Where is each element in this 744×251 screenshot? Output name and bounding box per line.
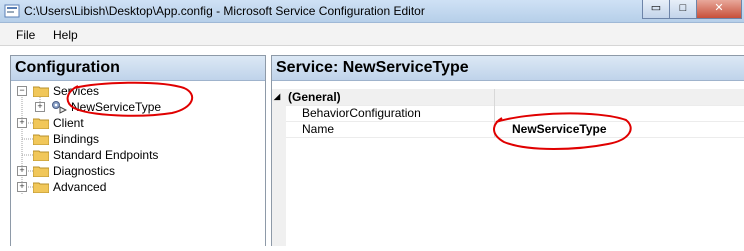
folder-icon	[33, 118, 49, 129]
folder-icon	[33, 182, 49, 193]
tree-label-diagnostics: Diagnostics	[53, 164, 116, 178]
service-header: Service: NewServiceType	[272, 56, 744, 81]
category-general[interactable]: ◢ (General)	[274, 89, 744, 106]
tree-node-advanced[interactable]: + Advanced	[11, 179, 251, 195]
menu-file[interactable]: File	[16, 28, 35, 42]
property-name: Name	[302, 122, 335, 136]
tree-node-standard-endpoints[interactable]: Standard Endpoints	[11, 147, 251, 163]
minimize-icon: ▭	[650, 2, 662, 14]
tree-label-standard-endpoints: Standard Endpoints	[53, 148, 159, 162]
expand-icon[interactable]: +	[17, 118, 27, 128]
app-icon	[4, 4, 20, 18]
annotation-circle	[66, 81, 194, 117]
collapse-triangle-icon[interactable]: ◢	[274, 89, 280, 105]
tree-label-advanced: Advanced	[53, 180, 107, 194]
property-grid-gutter	[272, 89, 286, 246]
tree-node-diagnostics[interactable]: + Diagnostics	[11, 163, 251, 179]
close-button[interactable]: ✕	[696, 0, 742, 19]
folder-icon	[33, 134, 49, 145]
folder-icon	[33, 86, 49, 97]
folder-icon	[33, 166, 49, 177]
tree-node-bindings[interactable]: Bindings	[11, 131, 251, 147]
maximize-button[interactable]: □	[669, 0, 697, 19]
configuration-header: Configuration	[11, 56, 265, 81]
menu-bar: File Help	[0, 23, 744, 46]
window-title: C:\Users\Libish\Desktop\App.config - Mic…	[24, 4, 425, 18]
maximize-icon: □	[679, 2, 687, 14]
property-grid: ◢ (General) BehaviorConfiguration Name N…	[272, 81, 744, 246]
annotation-circle	[493, 112, 632, 150]
folder-icon	[33, 150, 49, 161]
close-icon: ✕	[714, 2, 724, 14]
menu-help[interactable]: Help	[53, 28, 78, 42]
expand-icon[interactable]: +	[17, 182, 27, 192]
title-bar: C:\Users\Libish\Desktop\App.config - Mic…	[0, 0, 744, 23]
category-label: (General)	[288, 90, 341, 104]
expand-icon[interactable]: +	[17, 166, 27, 176]
collapse-icon[interactable]: −	[17, 86, 27, 96]
tree-label-bindings: Bindings	[53, 132, 100, 146]
expand-icon[interactable]: +	[35, 102, 45, 112]
property-name: BehaviorConfiguration	[302, 106, 421, 120]
minimize-button[interactable]: ▭	[642, 0, 670, 19]
